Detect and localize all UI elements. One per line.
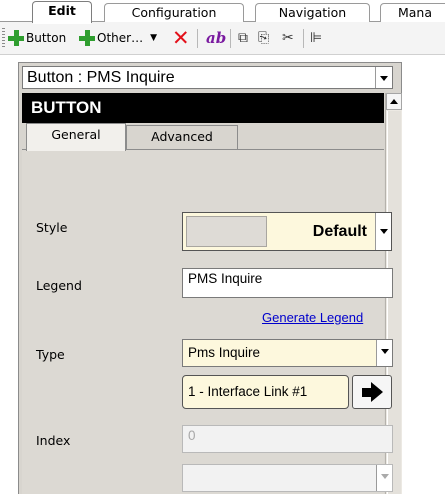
ribbon-tab-strip: Edit Configuration Navigation Mana (0, 0, 445, 24)
plus-icon (78, 29, 96, 47)
toolbar-separator (303, 29, 304, 48)
cut-icon: ✂ (282, 30, 294, 46)
paste-button[interactable]: ⎘ (258, 27, 269, 49)
toolbar: Button Other… ▼ ✕ ab ⧉ ⎘ ✂ ⊫ (0, 22, 445, 55)
plus-icon (7, 29, 25, 47)
index-input[interactable]: 0 (182, 425, 393, 453)
add-other-label: Other… (97, 31, 144, 45)
chevron-down-icon[interactable] (375, 213, 391, 250)
type-select[interactable]: Pms Inquire (182, 339, 393, 367)
object-selector[interactable]: Button : PMS Inquire (22, 66, 393, 89)
tab-manage[interactable]: Mana (380, 3, 445, 22)
scroll-up-icon[interactable] (386, 93, 402, 110)
text-ab-icon: ab (206, 29, 227, 47)
add-button-button[interactable]: Button (7, 27, 66, 49)
toolbar-separator (230, 29, 231, 48)
style-value: Default (312, 223, 367, 240)
chevron-down-icon[interactable] (376, 465, 392, 491)
legend-input[interactable]: PMS Inquire (182, 268, 393, 298)
add-button-label: Button (26, 31, 67, 45)
index-value: 0 (188, 428, 196, 443)
toolbar-separator (197, 29, 198, 48)
delete-button[interactable]: ✕ (172, 27, 190, 49)
object-selector-value: Button : PMS Inquire (27, 69, 175, 86)
paste-icon: ⎘ (258, 30, 270, 46)
tab-configuration-label: Configuration (131, 5, 217, 20)
copy-icon: ⧉ (238, 30, 248, 46)
style-swatch (186, 216, 267, 247)
chevron-down-icon[interactable] (375, 67, 392, 88)
property-subtabs: General Advanced (22, 123, 384, 151)
tab-edit-label: Edit (48, 3, 76, 18)
interface-link-field[interactable]: 1 - Interface Link #1 (182, 375, 349, 409)
copy-button[interactable]: ⧉ (238, 27, 248, 49)
type-value: Pms Inquire (188, 345, 261, 360)
toolbar-grip[interactable] (2, 28, 5, 48)
panel-header: BUTTON (22, 93, 384, 123)
interface-link-value: 1 - Interface Link #1 (188, 384, 308, 399)
add-other-button[interactable]: Other… ▼ (78, 27, 157, 49)
secondary-select[interactable] (182, 464, 393, 492)
legend-value: PMS Inquire (188, 271, 263, 286)
generate-legend-link[interactable]: Generate Legend (262, 310, 363, 325)
tab-advanced-label: Advanced (151, 129, 213, 144)
text-format-button[interactable]: ab (206, 27, 226, 49)
cut-button[interactable]: ✂ (282, 27, 294, 49)
tab-navigation[interactable]: Navigation (255, 3, 370, 22)
tab-manage-label: Mana (397, 5, 433, 20)
chevron-down-icon: ▼ (150, 33, 157, 43)
tab-configuration[interactable]: Configuration (104, 3, 244, 22)
chevron-down-icon[interactable] (376, 340, 392, 366)
align-left-icon: ⊫ (310, 30, 323, 46)
tab-general[interactable]: General (26, 123, 126, 151)
panel-header-title: BUTTON (31, 98, 102, 117)
tab-navigation-label: Navigation (278, 5, 347, 20)
navigate-arrow-button[interactable] (352, 375, 392, 409)
legend-label: Legend (36, 278, 82, 293)
tab-general-label: General (51, 127, 101, 142)
style-label: Style (36, 220, 68, 235)
tab-advanced[interactable]: Advanced (126, 125, 238, 150)
type-label: Type (36, 347, 65, 362)
style-picker[interactable]: Default (182, 212, 392, 251)
align-left-button[interactable]: ⊫ (310, 27, 322, 49)
tab-edit[interactable]: Edit (32, 1, 92, 24)
delete-x-icon: ✕ (172, 26, 190, 50)
index-label: Index (36, 433, 71, 448)
